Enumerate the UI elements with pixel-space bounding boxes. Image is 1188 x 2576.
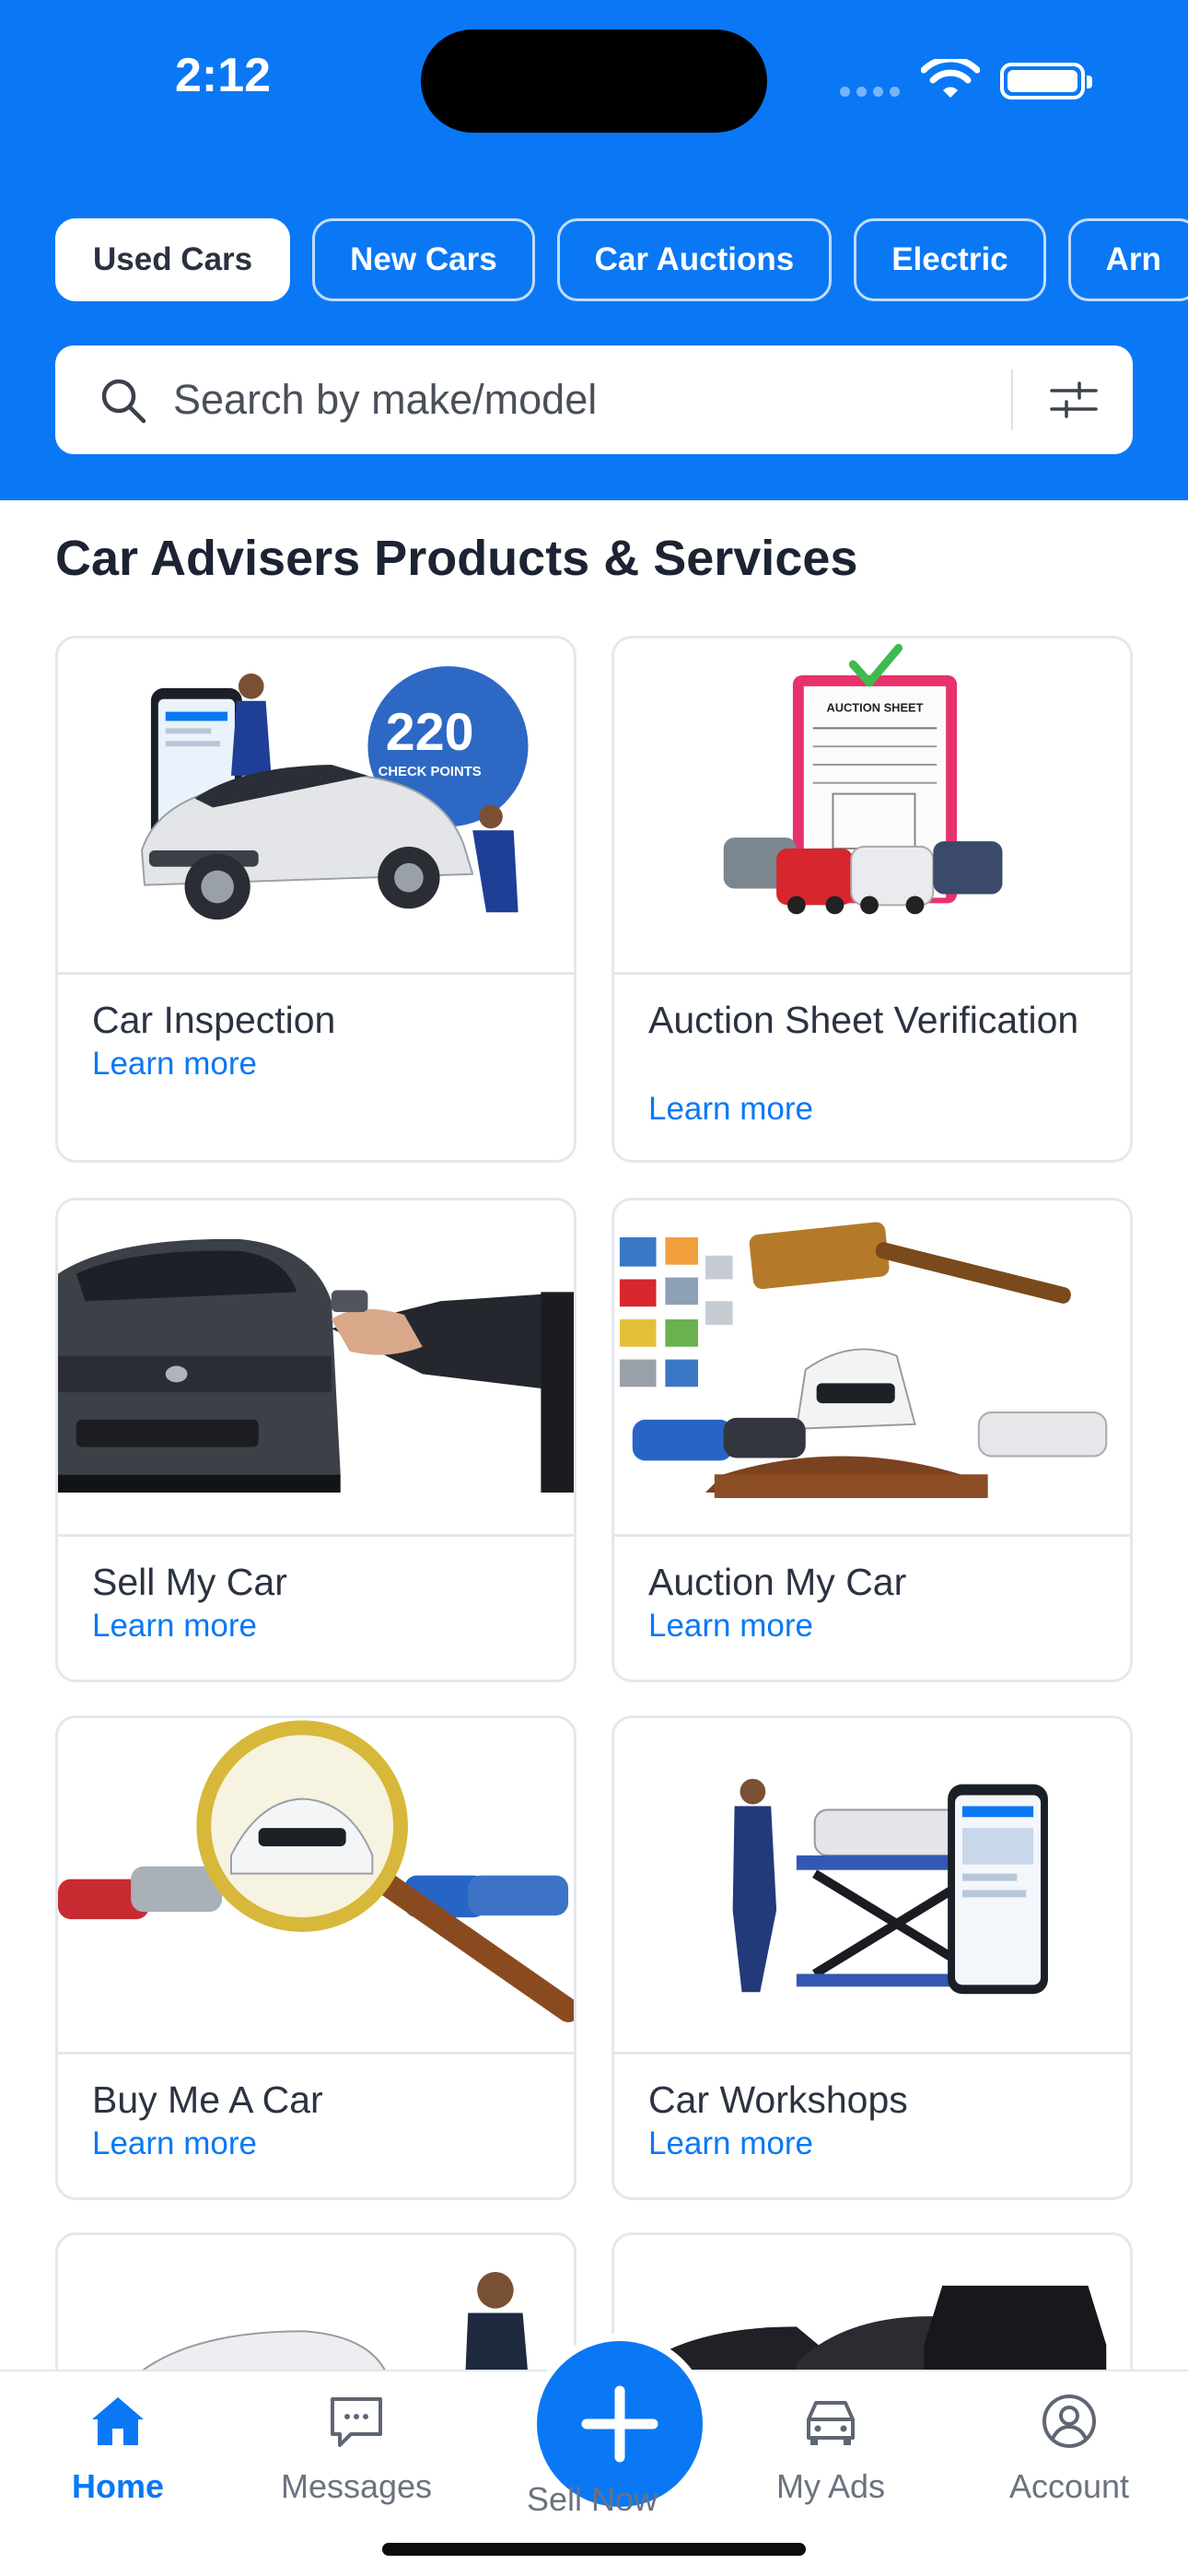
card-auction-my-car[interactable]: Auction My Car Learn more xyxy=(611,1198,1133,1682)
chip-used-cars[interactable]: Used Cars xyxy=(55,218,291,301)
section-title: Car Advisers Products & Services xyxy=(55,531,858,586)
account-icon xyxy=(1042,2395,1096,2448)
card-car-inspection[interactable]: 220 CHECK POINTS Car Inspection Learn mo… xyxy=(55,636,577,1163)
cellular-signal-icon xyxy=(840,87,900,97)
dynamic-island xyxy=(421,29,767,133)
tab-account[interactable]: Account xyxy=(968,2392,1171,2506)
tab-home[interactable]: Home xyxy=(17,2392,219,2506)
car-icon xyxy=(807,2401,855,2445)
badge-text: CHECK POINTS xyxy=(379,765,482,779)
learn-more-link[interactable]: Learn more xyxy=(92,2125,257,2162)
card-title: Auction Sheet Verification xyxy=(648,999,1079,1041)
category-chips: Used Cars New Cars Car Auctions Electric Arn xyxy=(55,218,1188,301)
search-icon xyxy=(101,379,146,424)
filter-sliders-icon[interactable] xyxy=(1048,378,1100,422)
card-title: Auction My Car xyxy=(648,1561,907,1603)
learn-more-link[interactable]: Learn more xyxy=(92,1046,257,1083)
tab-label: Home xyxy=(71,2467,165,2505)
sell-my-car-image xyxy=(58,1200,574,1537)
tab-label: Messages xyxy=(280,2467,433,2505)
sell-now-label[interactable]: Sell Now xyxy=(500,2480,684,2519)
tab-label: Account xyxy=(1008,2467,1130,2505)
card-title: Car Workshops xyxy=(648,2078,908,2121)
car-inspection-image: 220 CHECK POINTS xyxy=(58,638,574,975)
wifi-icon xyxy=(921,59,980,98)
learn-more-link[interactable]: Learn more xyxy=(648,1091,813,1128)
card-sell-my-car[interactable]: Sell My Car Learn more xyxy=(55,1198,577,1682)
learn-more-link[interactable]: Learn more xyxy=(648,1608,813,1645)
tab-my-ads[interactable]: My Ads xyxy=(729,2392,932,2506)
home-icon xyxy=(92,2397,144,2445)
battery-icon xyxy=(1000,63,1092,100)
card-buy-me-a-car[interactable]: Buy Me A Car Learn more xyxy=(55,1715,577,2200)
chip-new-cars[interactable]: New Cars xyxy=(312,218,535,301)
search-bar xyxy=(55,345,1133,454)
learn-more-link[interactable]: Learn more xyxy=(92,1608,257,1645)
tab-label: My Ads xyxy=(775,2467,886,2505)
status-time: 2:12 xyxy=(175,49,272,102)
tab-messages[interactable]: Messages xyxy=(255,2392,458,2506)
chip-car-auctions[interactable]: Car Auctions xyxy=(556,218,833,301)
search-input[interactable] xyxy=(173,345,984,454)
auction-my-car-image xyxy=(614,1200,1130,1537)
chip-partial[interactable]: Arn xyxy=(1067,218,1188,301)
home-indicator xyxy=(382,2543,806,2556)
messages-icon xyxy=(331,2397,382,2447)
buy-me-a-car-image xyxy=(58,1718,574,2055)
chip-electric[interactable]: Electric xyxy=(854,218,1046,301)
card-car-workshops[interactable]: Car Workshops Learn more xyxy=(611,1715,1133,2200)
card-title: Sell My Car xyxy=(92,1561,287,1603)
sheet-title: AUCTION SHEET xyxy=(826,701,923,715)
auction-sheet-image: AUCTION SHEET xyxy=(614,638,1130,975)
card-title: Car Inspection xyxy=(92,999,336,1041)
search-divider xyxy=(1011,369,1013,430)
header: 2:12 Used Cars New Cars Car Auctions Electr… xyxy=(0,0,1188,500)
learn-more-link[interactable]: Learn more xyxy=(648,2125,813,2162)
card-title: Buy Me A Car xyxy=(92,2078,323,2121)
car-workshops-image xyxy=(614,1718,1130,2055)
card-auction-sheet-verification[interactable]: AUCTION SHEET Auction Sheet Verification… xyxy=(611,636,1133,1163)
plus-icon xyxy=(581,2385,658,2463)
badge-number: 220 xyxy=(386,703,474,762)
